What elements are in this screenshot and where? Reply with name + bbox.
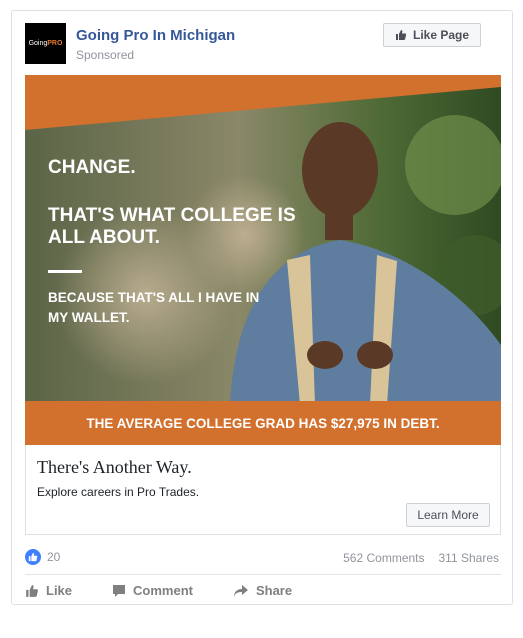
- ad-image[interactable]: CHANGE. THAT'S WHAT COLLEGE IS ALL ABOUT…: [25, 75, 501, 445]
- logo-text-going: Going: [28, 40, 48, 47]
- like-page-button[interactable]: Like Page: [383, 23, 481, 47]
- sponsored-post-card: GoingPRO Going Pro In Michigan Sponsored…: [11, 10, 513, 605]
- link-title[interactable]: There's Another Way.: [37, 457, 192, 478]
- share-arrow-icon: [233, 584, 248, 597]
- reaction-summary[interactable]: 20: [25, 549, 60, 565]
- learn-more-button[interactable]: Learn More: [406, 503, 490, 527]
- share-action-label: Share: [255, 583, 293, 598]
- ad-subheadline-wallet: BECAUSE THAT'S ALL I HAVE IN MY WALLET.: [48, 290, 260, 325]
- like-action-button[interactable]: Like: [25, 583, 72, 598]
- ad-headline-college: THAT'S WHAT COLLEGE IS ALL ABOUT.: [48, 205, 296, 248]
- actions-divider: [25, 574, 501, 575]
- like-action-label: Like: [46, 583, 73, 598]
- share-count-link[interactable]: 311 Shares: [439, 551, 500, 565]
- page-logo[interactable]: GoingPRO: [25, 23, 66, 64]
- sponsored-label[interactable]: Sponsored: [76, 48, 134, 62]
- link-description: Explore careers in Pro Trades.: [37, 485, 200, 499]
- comment-action-button[interactable]: Comment: [112, 583, 193, 598]
- page-name-link[interactable]: Going Pro In Michigan: [76, 27, 235, 44]
- thumbs-up-icon: [26, 584, 38, 597]
- post-actions: Like Comment Share: [25, 583, 292, 598]
- ad-headline-change: CHANGE.: [48, 157, 136, 178]
- ad-divider-dash: [48, 270, 82, 273]
- comment-count-link[interactable]: 562 Comments: [343, 551, 424, 565]
- like-reaction-icon: [25, 549, 41, 565]
- comment-icon: [113, 584, 126, 597]
- thumbs-up-icon: [395, 30, 407, 40]
- logo-text-pro: PRO: [47, 40, 63, 47]
- ad-debt-banner: THE AVERAGE COLLEGE GRAD HAS $27,975 IN …: [25, 401, 501, 445]
- like-count: 20: [47, 550, 61, 564]
- like-page-label: Like Page: [412, 28, 470, 42]
- comment-action-label: Comment: [133, 583, 193, 598]
- ad-photo-illustration: [25, 75, 501, 445]
- engagement-counts: 562 Comments 311 Shares: [343, 551, 499, 565]
- link-preview[interactable]: There's Another Way. Explore careers in …: [25, 445, 501, 535]
- share-action-button[interactable]: Share: [233, 583, 292, 598]
